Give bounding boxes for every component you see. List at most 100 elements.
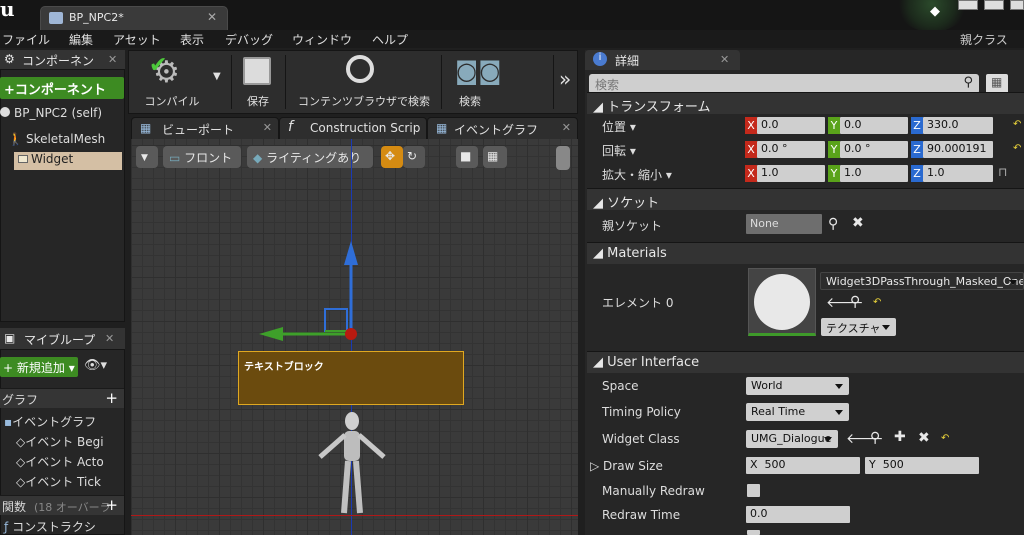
lighting-button[interactable]: ◆ ライティングあり — [247, 146, 373, 168]
tree-item-widget[interactable]: Widget — [14, 152, 122, 170]
user-interface-section-header[interactable]: ◢ User Interface — [587, 351, 1024, 373]
components-tab[interactable]: ⚙ コンポーネン ✕ — [0, 50, 125, 70]
list-item[interactable]: ▪イベントグラフ — [4, 413, 96, 430]
scale-x-field[interactable]: 1.0 — [757, 165, 825, 182]
find-button[interactable]: ◙◙ 検索 — [445, 51, 502, 113]
draw-size-x-field[interactable]: X 500 — [746, 457, 860, 474]
rotation-label[interactable]: 回転 ▾ — [602, 142, 636, 159]
timing-policy-dropdown[interactable]: Real Time — [746, 403, 849, 421]
close-icon[interactable]: ✕ — [207, 10, 217, 24]
scale-label[interactable]: 拡大・縮小 ▾ — [602, 166, 672, 183]
eye-icon[interactable]: 👁▾ — [84, 358, 107, 373]
clear-icon[interactable]: ✖ — [918, 430, 930, 446]
parent-socket-field[interactable]: None — [746, 214, 822, 234]
location-x-field[interactable]: 0.0 — [757, 117, 825, 134]
tab-event-graph[interactable]: ▦ イベントグラフ ✕ — [427, 117, 578, 139]
viewport-options-button[interactable]: ▼ — [136, 146, 158, 168]
graph-section[interactable]: グラフ + — [0, 388, 124, 408]
transform-section-header[interactable]: ◢ トランスフォーム — [587, 92, 1024, 115]
maximize-button[interactable] — [984, 0, 1004, 10]
menu-edit[interactable]: 編集 — [69, 31, 93, 48]
compile-button[interactable]: ⚙ ✔ コンパイル — [133, 51, 211, 113]
menu-file[interactable]: ファイル — [2, 31, 50, 48]
reset-icon[interactable]: ↶ — [1013, 143, 1021, 154]
material-thumbnail[interactable] — [748, 268, 816, 336]
viewport[interactable]: ▼ ▭ フロント ◆ ライティングあり ✥ ↻ ■ ▦ テキストブロック — [131, 139, 578, 535]
rotation-z-field[interactable]: 90.000191 — [923, 141, 993, 158]
menu-help[interactable]: ヘルプ — [372, 31, 408, 48]
new-add-button[interactable]: + 新規追加 ▾ — [0, 357, 78, 377]
close-icon[interactable]: ✕ — [263, 121, 272, 134]
materials-section-header[interactable]: ◢ Materials — [587, 242, 1024, 264]
content-browser-button[interactable]: コンテンツブラウザで検索 — [289, 51, 439, 113]
redraw-time-field[interactable]: 0.0 — [746, 506, 850, 523]
compile-options-button[interactable]: ▼ — [211, 51, 227, 113]
more-button[interactable]: » — [557, 51, 575, 113]
texture-dropdown[interactable]: テクスチャ — [821, 318, 896, 336]
rotation-y-field[interactable]: 0.0 ° — [840, 141, 908, 158]
socket-section-header[interactable]: ◢ ソケット — [587, 188, 1024, 211]
widget-class-dropdown[interactable]: UMG_Dialogue — [746, 430, 838, 448]
draw-size-y-field[interactable]: Y 500 — [865, 457, 979, 474]
text-block-widget[interactable]: テキストブロック — [238, 351, 464, 405]
browse-icon[interactable]: ⚲ — [870, 430, 880, 446]
marketplace-icon[interactable]: ◆ — [930, 4, 946, 19]
list-item[interactable]: ƒ コンストラクシ — [4, 518, 96, 535]
details-search-input[interactable]: 検索 ⚲ — [589, 74, 979, 94]
close-icon[interactable]: ✕ — [562, 121, 571, 134]
material-dropdown[interactable]: Widget3DPassThrough_Masked_OneSi — [820, 272, 1024, 290]
clear-icon[interactable]: ✖ — [852, 215, 864, 231]
location-label[interactable]: 位置 ▾ — [602, 118, 636, 135]
scale-tool-button[interactable]: ■ — [456, 146, 478, 168]
viewport-scroll-handle[interactable] — [556, 146, 570, 170]
translate-tool-button[interactable]: ✥ — [381, 146, 403, 168]
search-icon[interactable]: ⚲ — [828, 216, 838, 232]
browse-icon[interactable]: ⚲ — [850, 294, 860, 310]
menu-asset[interactable]: アセット — [113, 31, 161, 48]
close-icon[interactable]: ✕ — [720, 53, 729, 66]
close-icon[interactable]: ✕ — [105, 332, 114, 345]
list-item[interactable]: ◇イベント Acto — [16, 453, 104, 470]
scale-y-field[interactable]: 1.0 — [840, 165, 908, 182]
close-window-button[interactable] — [1010, 0, 1024, 10]
tree-item-self[interactable]: BP_NPC2 (self) — [0, 106, 102, 120]
details-tab[interactable]: i 詳細 ✕ — [585, 50, 740, 70]
tab-viewport[interactable]: ▦ ビューポート ✕ — [131, 117, 279, 139]
snap-button[interactable]: ▦ — [483, 146, 507, 168]
front-view-button[interactable]: ▭ フロント — [163, 146, 241, 168]
list-item[interactable]: ◇イベント Begi — [16, 433, 104, 450]
next-row-checkbox[interactable] — [747, 530, 760, 535]
add-icon[interactable]: ✚ — [894, 429, 906, 445]
lock-icon[interactable]: ⊓ — [998, 165, 1007, 179]
list-item[interactable]: ◇イベント Tick — [16, 473, 101, 490]
close-icon[interactable]: ✕ — [108, 53, 117, 66]
transform-gizmo[interactable] — [251, 239, 391, 349]
view-options-button[interactable]: ▦ — [986, 74, 1008, 94]
tree-item-skeletalmesh[interactable]: 🚶 SkeletalMesh — [8, 132, 105, 146]
add-function-icon[interactable]: + — [105, 496, 118, 514]
scale-z-field[interactable]: 1.0 — [923, 165, 993, 182]
location-y-field[interactable]: 0.0 — [840, 117, 908, 134]
document-tab[interactable]: BP_NPC2* ✕ — [40, 6, 228, 30]
space-dropdown[interactable]: World — [746, 377, 849, 395]
reset-icon[interactable]: ↶ — [873, 297, 881, 308]
rotate-tool-button[interactable]: ↻ — [403, 146, 425, 168]
save-button[interactable]: 保存 — [235, 51, 281, 113]
menu-window[interactable]: ウィンドウ — [292, 31, 352, 48]
add-component-button[interactable]: +コンポーネント — [0, 77, 124, 99]
functions-section[interactable]: 関数 (18 オーバーラ + — [0, 495, 124, 515]
reset-icon[interactable]: ↶ — [941, 433, 949, 444]
my-blueprint-tab[interactable]: ▣ マイブループ ✕ — [0, 328, 125, 350]
minimize-button[interactable] — [958, 0, 978, 10]
add-graph-icon[interactable]: + — [105, 389, 118, 407]
mannequin-figure[interactable] — [316, 411, 388, 517]
menu-view[interactable]: 表示 — [180, 31, 204, 48]
viewport-icon: ▦ — [140, 121, 152, 135]
tab-construction-script[interactable]: f Construction Scrip — [279, 117, 427, 139]
manually-redraw-checkbox[interactable] — [747, 484, 760, 497]
rotation-x-field[interactable]: 0.0 ° — [757, 141, 825, 158]
menu-debug[interactable]: デバッグ — [225, 31, 273, 48]
reset-icon[interactable]: ↶ — [1013, 119, 1021, 130]
location-z-field[interactable]: 330.0 — [923, 117, 993, 134]
draw-size-label[interactable]: ▷ Draw Size — [590, 459, 663, 473]
